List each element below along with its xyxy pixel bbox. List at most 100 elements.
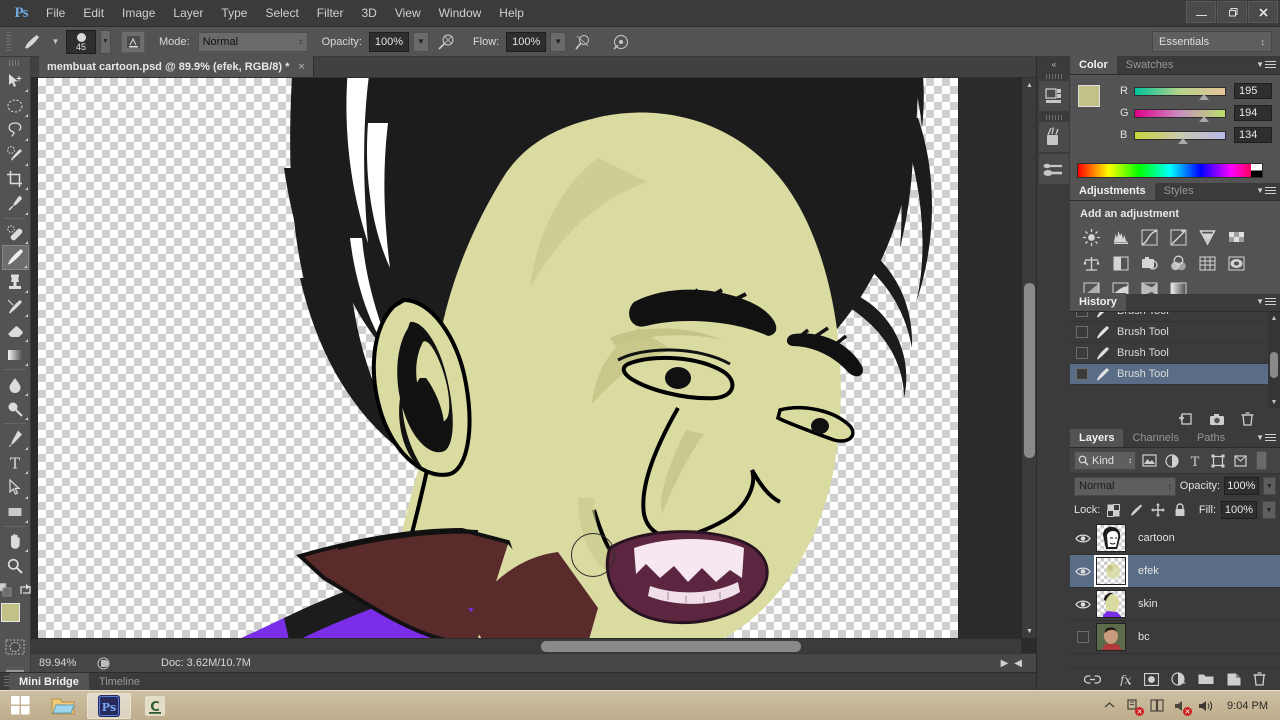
brush-preset-dropdown[interactable]: ▼ [49, 32, 62, 52]
tab-adjustments[interactable]: Adjustments [1070, 182, 1155, 200]
spot-healing-brush-tool[interactable] [2, 221, 29, 245]
layer-row[interactable]: skin [1070, 588, 1280, 621]
color-channel-slider-g[interactable] [1134, 109, 1226, 118]
status-collapse-arrow-icon[interactable]: ◀ [1014, 658, 1022, 669]
windows-start-icon[interactable] [0, 692, 40, 720]
speaker-icon[interactable] [1197, 697, 1214, 714]
toggle-brush-panel-button[interactable] [121, 31, 145, 53]
slider-thumb[interactable] [1178, 138, 1188, 144]
canvas-area[interactable]: ▲ ▼ [31, 78, 1036, 653]
black-white-icon[interactable] [1107, 251, 1134, 275]
close-button[interactable] [1248, 1, 1278, 23]
brush-panel-icon[interactable] [1039, 122, 1069, 152]
new-group-icon[interactable] [1198, 673, 1214, 685]
menu-help[interactable]: Help [490, 2, 533, 24]
layer-mask-icon[interactable] [1144, 673, 1159, 686]
history-panel-menu-icon[interactable]: ▼ [1256, 297, 1276, 306]
elliptical-marquee-tool[interactable] [2, 93, 29, 117]
scroll-down-arrow-icon[interactable]: ▼ [1022, 624, 1036, 638]
brush-size-spinner[interactable]: ▼ [100, 30, 111, 54]
lasso-tool[interactable] [2, 118, 29, 142]
move-tool[interactable] [2, 69, 29, 93]
menu-select[interactable]: Select [256, 2, 307, 24]
adjustments-panel-menu-icon[interactable]: ▼ [1256, 186, 1276, 195]
filter-enable-toggle[interactable] [1256, 451, 1267, 470]
workspace-selector[interactable]: Essentials ↕ [1152, 31, 1272, 52]
dodge-tool[interactable] [2, 397, 29, 421]
layer-opacity-input[interactable]: 100% [1224, 477, 1258, 495]
canvas-vertical-scrollbar[interactable]: ▲ ▼ [1021, 78, 1036, 638]
document-size-info[interactable]: Doc: 3.62M/10.7M [161, 657, 251, 669]
flow-input[interactable]: 100% [506, 32, 546, 52]
rectangle-tool[interactable] [2, 500, 29, 524]
layer-visibility-off-icon[interactable] [1070, 631, 1096, 643]
blur-tool[interactable] [2, 372, 29, 396]
document-thumbnail-icon[interactable] [93, 657, 113, 670]
opacity-dropdown[interactable]: ▼ [413, 32, 429, 52]
network-error-icon[interactable]: ✕ [1125, 697, 1142, 714]
status-bar-arrows[interactable]: ▶ ◀ [1001, 658, 1036, 669]
layer-thumbnail[interactable] [1096, 557, 1126, 585]
flow-dropdown[interactable]: ▼ [550, 32, 566, 52]
dock-grip[interactable] [1046, 115, 1062, 120]
brush-size-indicator[interactable]: 45 [66, 30, 96, 54]
menu-file[interactable]: File [37, 2, 74, 24]
color-panel-menu-icon[interactable]: ▼ [1256, 60, 1276, 69]
slider-thumb[interactable] [1199, 116, 1209, 122]
options-bar-grip[interactable] [6, 32, 11, 52]
tab-styles[interactable]: Styles [1155, 182, 1203, 200]
tab-channels[interactable]: Channels [1123, 429, 1187, 447]
history-snapshot-checkbox[interactable] [1076, 312, 1088, 317]
layers-panel-menu-icon[interactable]: ▼ [1256, 433, 1276, 442]
new-document-from-state-icon[interactable] [1178, 412, 1193, 426]
vibrance-icon[interactable] [1194, 225, 1221, 249]
layer-visibility-eye-icon[interactable] [1070, 599, 1096, 610]
layer-thumbnail[interactable] [1096, 623, 1126, 651]
camtasia-taskbar-icon[interactable]: C [133, 693, 177, 719]
curves-icon[interactable] [1136, 225, 1163, 249]
opacity-pressure-toggle[interactable] [433, 31, 459, 53]
hand-tool[interactable] [2, 529, 29, 553]
pen-tool[interactable] [2, 426, 29, 450]
airbrush-toggle[interactable] [570, 31, 596, 53]
layer-style-icon[interactable]: fx [1113, 673, 1131, 686]
menu-view[interactable]: View [386, 2, 430, 24]
lock-transparent-pixels-icon[interactable] [1105, 502, 1122, 519]
history-snapshot-checkbox[interactable] [1076, 368, 1088, 380]
smart-object-filter-icon[interactable] [1231, 451, 1251, 471]
status-expand-arrow-icon[interactable]: ▶ [1001, 658, 1009, 669]
layer-row[interactable]: efek [1070, 555, 1280, 588]
link-layers-icon[interactable] [1084, 674, 1101, 685]
file-explorer-icon[interactable] [41, 693, 85, 719]
brush-tool[interactable] [2, 245, 29, 270]
channel-mixer-icon[interactable] [1165, 251, 1192, 275]
zoom-level[interactable]: 89.94% [31, 657, 93, 669]
adjustment-layer-filter-icon[interactable] [1162, 451, 1182, 471]
layer-name[interactable]: bc [1138, 631, 1150, 643]
volume-error-icon[interactable]: ✕ [1173, 697, 1190, 714]
photoshop-taskbar-icon[interactable]: Ps [87, 693, 131, 719]
white-black-swatch[interactable] [1251, 164, 1262, 177]
close-document-icon[interactable]: × [298, 61, 304, 73]
history-brush-tool[interactable] [2, 294, 29, 318]
tab-swatches[interactable]: Swatches [1117, 56, 1183, 74]
quick-mask-toggle[interactable] [4, 637, 26, 657]
layer-name[interactable]: efek [1138, 565, 1159, 577]
history-scrollbar[interactable]: ▲ ▼ [1268, 312, 1280, 408]
color-channel-slider-r[interactable] [1134, 87, 1226, 96]
menu-layer[interactable]: Layer [164, 2, 212, 24]
quick-selection-tool[interactable] [2, 142, 29, 166]
pixel-layer-filter-icon[interactable] [1139, 451, 1159, 471]
shape-layer-filter-icon[interactable] [1208, 451, 1228, 471]
taskbar-clock[interactable]: 9:04 PM [1227, 700, 1268, 712]
minimize-button[interactable] [1186, 1, 1216, 23]
color-channel-value-g[interactable]: 194 [1234, 105, 1272, 121]
layer-thumbnail[interactable] [1096, 590, 1126, 618]
opacity-input[interactable]: 100% [369, 32, 409, 52]
path-selection-tool[interactable] [2, 475, 29, 499]
blend-mode-select[interactable]: Normal ↕ [198, 32, 308, 52]
history-entry[interactable]: Brush Tool [1070, 312, 1280, 322]
color-panel-swatches[interactable] [1078, 85, 1110, 117]
show-hidden-icons-icon[interactable] [1101, 697, 1118, 714]
lock-image-pixels-icon[interactable] [1127, 502, 1144, 519]
